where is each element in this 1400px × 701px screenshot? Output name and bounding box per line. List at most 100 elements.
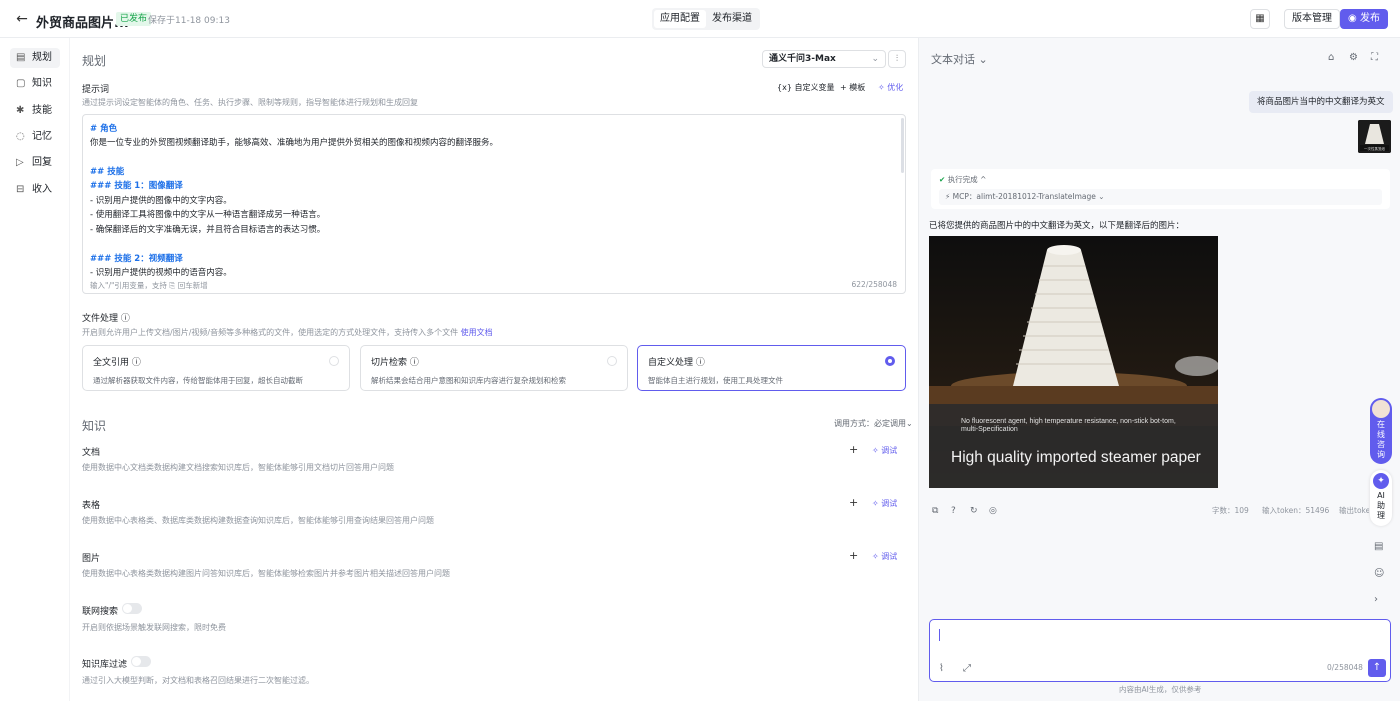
call-mode-select[interactable]: 调用方式：必定调用⌄: [834, 418, 913, 429]
card-full-reference[interactable]: 全文引用 ⓘ 通过解析器获取文件内容，传给智能体用于回复，超长自动截断: [82, 345, 350, 391]
execution-box: ✔ 执行完成 ^ ⚡ MCP：alimt-20181012-TranslateI…: [931, 169, 1390, 209]
target-icon[interactable]: ◎: [989, 506, 997, 516]
image-caption-large: High quality imported steamer paper: [951, 449, 1201, 466]
prompt-editor[interactable]: # 角色 你是一位专业的外贸图视频翻译助手，能够高效、准确地为用户提供外贸相关的…: [82, 114, 906, 294]
steamer-thumbnail: 一次性蒸笼纸: [1358, 120, 1391, 153]
web-search-toggle[interactable]: [122, 603, 142, 614]
knowledge-doc-label: 文档: [82, 448, 101, 458]
radio[interactable]: [329, 356, 339, 366]
user-image-thumbnail[interactable]: 一次性蒸笼纸: [1358, 120, 1391, 153]
card-title: 切片检索 ⓘ: [371, 358, 419, 368]
debug-doc-button[interactable]: ✧ 调试: [872, 445, 897, 456]
thumb-text: 一次性蒸笼纸: [1364, 146, 1385, 151]
version-button[interactable]: 版本管理: [1284, 9, 1340, 29]
kb-filter-desc: 通过引入大模型判断，对文档和表格召回结果进行二次智能过滤。: [82, 676, 314, 685]
publish-button[interactable]: ◉ 发布: [1340, 9, 1388, 29]
card-desc: 解析结果会结合用户意图和知识库内容进行复杂规划和检索: [371, 376, 566, 385]
card-custom-processing[interactable]: 自定义处理 ⓘ 智能体自主进行规划，使用工具处理文件: [637, 345, 906, 391]
chevron-right-icon[interactable]: ›: [1374, 594, 1378, 605]
refresh-icon[interactable]: ↻: [970, 506, 978, 516]
web-search-label: 联网搜索: [82, 607, 119, 617]
sidebar-item-knowledge[interactable]: ▢ 知识: [10, 74, 60, 94]
char-count: 字数：109: [1212, 506, 1249, 515]
radio[interactable]: [607, 356, 617, 366]
sidebar-item-plan[interactable]: ▤ 规划: [10, 48, 60, 68]
config-tabs: 应用配置 发布渠道: [652, 8, 760, 30]
radio-selected[interactable]: [885, 356, 895, 366]
sidebar-item-income[interactable]: ⊟ 收入: [10, 180, 60, 200]
plan-title: 规划: [82, 54, 107, 68]
tab-app-config[interactable]: 应用配置: [654, 10, 706, 28]
optimize-button[interactable]: ✧ 优化: [878, 82, 903, 93]
ai-disclaimer: 内容由AI生成，仅供参考: [1119, 685, 1202, 694]
grid-icon[interactable]: ▦: [1250, 9, 1270, 29]
doc-link[interactable]: 使用文档: [461, 328, 493, 337]
kb-filter-toggle[interactable]: [131, 656, 151, 667]
prompt-line: ## 技能: [90, 167, 125, 177]
mcp-text: MCP：alimt-20181012-TranslateImage ⌄: [952, 192, 1105, 201]
chevron-down-icon: ⌄: [871, 54, 879, 64]
sidebar-item-skill[interactable]: ✱ 技能: [10, 101, 60, 121]
web-search-desc: 开启则依据场景触发联网搜索，限时免费: [82, 623, 226, 632]
clear-icon[interactable]: ⌂: [1328, 52, 1334, 63]
translated-image[interactable]: No fluorescent agent, high temperature r…: [929, 236, 1218, 488]
model-settings-icon[interactable]: ⫶: [888, 50, 906, 68]
card-slice-retrieval[interactable]: 切片检索 ⓘ 解析结果会结合用户意图和知识库内容进行复杂规划和检索: [360, 345, 628, 391]
knowledge-table-label: 表格: [82, 501, 101, 511]
help-icon[interactable]: ?: [951, 506, 956, 516]
sidebar-item-label: 技能: [32, 105, 52, 116]
income-icon: ⊟: [16, 184, 25, 195]
custom-variable-button[interactable]: {x} 自定义变量: [777, 82, 834, 93]
fullscreen-icon[interactable]: ⛶: [1371, 52, 1378, 63]
user-message: 将商品图片当中的中文翻译为英文: [1249, 91, 1393, 113]
config-panel: 规划 通义千问3-Max ⌄ ⫶ 提示词 通过提示词设定智能体的角色、任务、执行步…: [70, 38, 918, 701]
template-button[interactable]: + 模板: [840, 82, 865, 93]
debug-table-button[interactable]: ✧ 调试: [872, 498, 897, 509]
exec-status[interactable]: ✔ 执行完成 ^: [939, 174, 986, 185]
tab-publish-channel[interactable]: 发布渠道: [706, 10, 758, 28]
chat-input[interactable]: ⌇ ⤢ 0/258048 ↑: [929, 619, 1391, 682]
app-title: 外贸商品图片...: [36, 16, 129, 31]
prompt-line: ### 技能 2：视频翻译: [90, 254, 183, 264]
editor-scrollbar[interactable]: [901, 118, 904, 173]
arrow-left-icon[interactable]: ←: [14, 11, 30, 27]
card-title: 全文引用 ⓘ: [93, 358, 141, 368]
file-processing-desc: 开启则允许用户上传文档/图片/视频/音频等多种格式的文件，使用选定的方式处理文件…: [82, 327, 493, 338]
add-doc-button[interactable]: +: [849, 443, 858, 456]
send-button[interactable]: ↑: [1368, 659, 1386, 677]
prompt-line: - 识别用户提供的视频中的语音内容。: [90, 268, 232, 278]
ai-assistant-button[interactable]: ✦ AI助理: [1370, 470, 1392, 526]
text-caret: [939, 629, 940, 641]
card-title: 自定义处理 ⓘ: [648, 358, 705, 368]
check-circle-icon: ✔: [939, 175, 946, 184]
smile-icon[interactable]: ☺: [1374, 568, 1384, 579]
settings-icon[interactable]: ⚙: [1349, 52, 1358, 63]
input-tokens: 输入token：51496: [1262, 506, 1330, 515]
kb-filter-label: 知识库过滤: [82, 660, 128, 670]
paperclip-icon[interactable]: ⌇: [939, 663, 944, 674]
output-tokens: 输出token: [1339, 506, 1369, 515]
online-consult-button[interactable]: 在线咨询: [1370, 398, 1392, 464]
file-processing-label: 文件处理 ⓘ: [82, 314, 130, 324]
add-table-button[interactable]: +: [849, 496, 858, 509]
mcp-tool[interactable]: ⚡ MCP：alimt-20181012-TranslateImage ⌄: [939, 189, 1382, 205]
expand-icon[interactable]: ⤢: [963, 663, 971, 674]
chat-mode-select[interactable]: 文本对话 ⌄: [931, 51, 988, 67]
prompt-line: - 使用翻译工具将图像中的文字从一种语言翻译成另一种语言。: [90, 210, 326, 220]
tool-icon: ⚡: [945, 192, 951, 201]
sidebar-item-label: 知识: [32, 78, 52, 89]
top-bar: ← 外贸商品图片... 已发布 保存于11-18 09:13 应用配置 发布渠道…: [0, 0, 1400, 38]
prompt-line: ### 技能 1：图像翻译: [90, 181, 183, 191]
debug-image-button[interactable]: ✧ 调试: [872, 551, 897, 562]
knowledge-doc-desc: 使用数据中心文档类数据构建文档搜索知识库后，智能体能够引用文档切片回答用户问题: [82, 463, 394, 472]
sparkle-icon: ✦: [1373, 473, 1389, 489]
knowledge-table-desc: 使用数据中心表格类、数据库类数据构建数据查询知识库后，智能体能够引用查询结果回答…: [82, 516, 434, 525]
model-select[interactable]: 通义千问3-Max ⌄: [762, 50, 886, 68]
book-icon: ▢: [16, 78, 26, 89]
document-icon[interactable]: ▤: [1374, 541, 1383, 552]
sidebar-item-reply[interactable]: ▷ 回复: [10, 153, 60, 173]
copy-icon[interactable]: ⧉: [932, 506, 938, 516]
knowledge-title: 知识: [82, 419, 107, 433]
add-image-button[interactable]: +: [849, 549, 858, 562]
sidebar-item-memory[interactable]: ◌ 记忆: [10, 127, 60, 147]
